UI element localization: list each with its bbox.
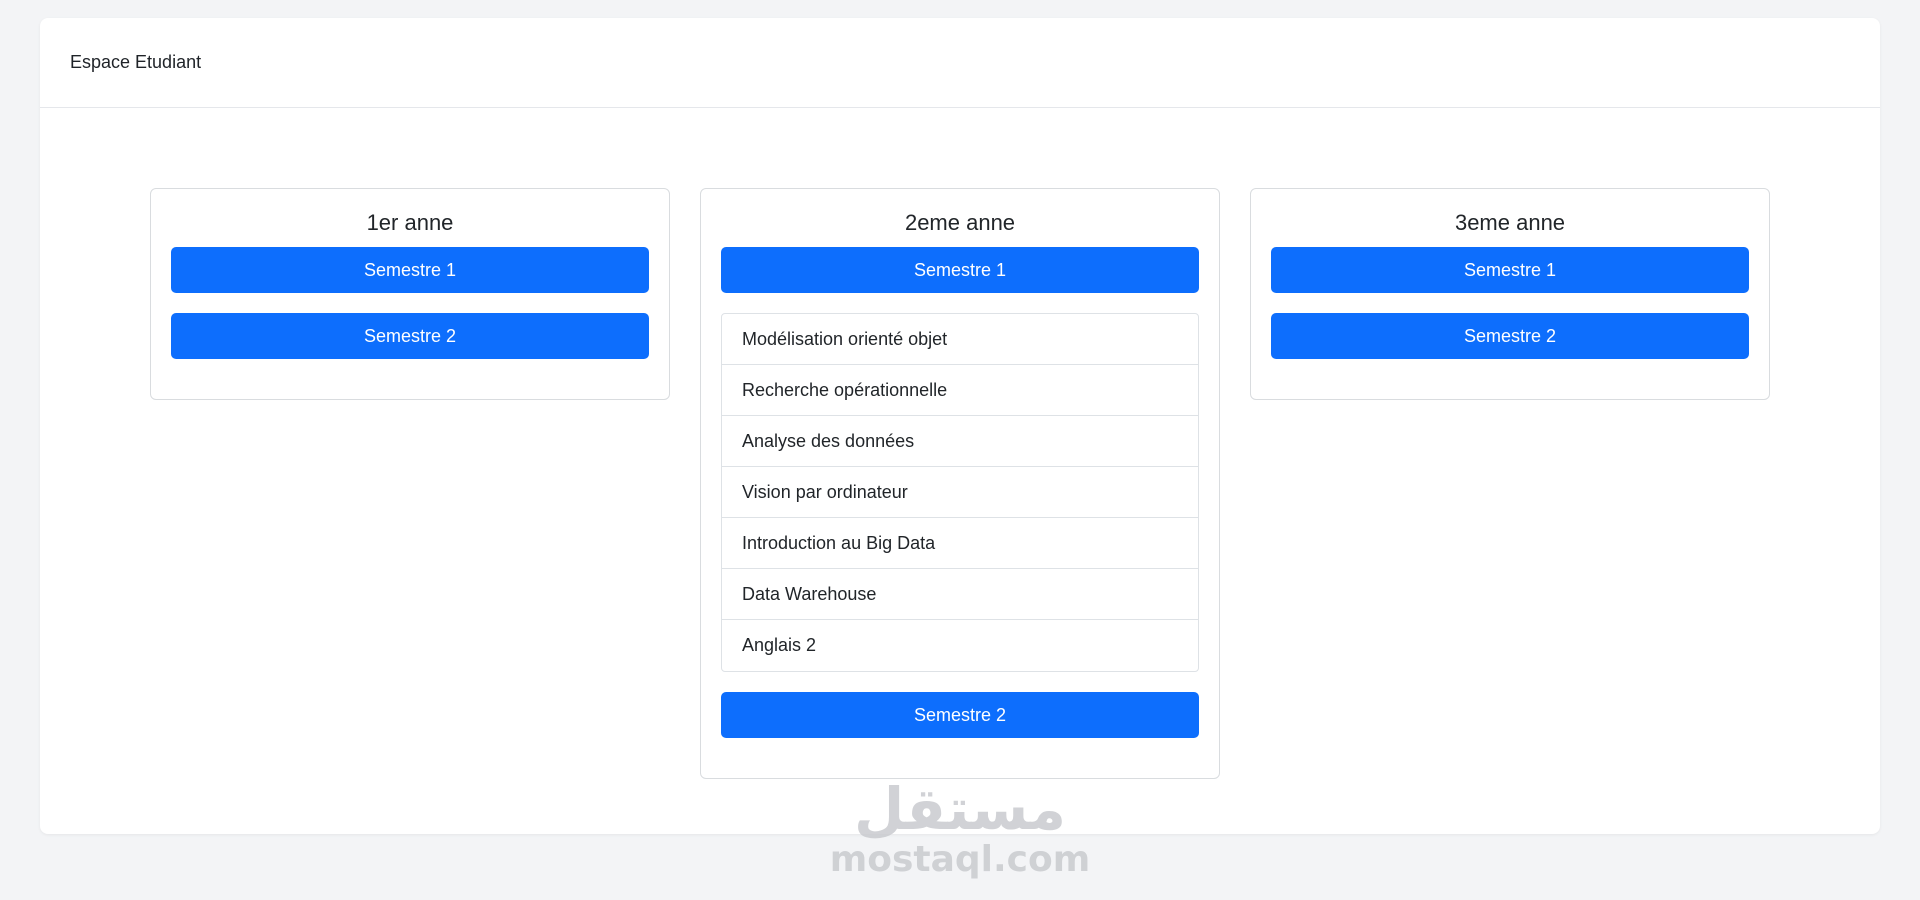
year-card-3: 3eme anne Semestre 1 Semestre 2 [1250,188,1770,400]
course-item[interactable]: Modélisation orienté objet [722,314,1198,365]
year2-semester2-button[interactable]: Semestre 2 [721,692,1199,738]
year-card-2: 2eme anne Semestre 1 Modélisation orient… [700,188,1220,779]
watermark-latin-text: mostaql.com [829,839,1091,880]
watermark-arabic-text: مستقل [853,775,1067,843]
year1-semester1-button[interactable]: Semestre 1 [171,247,649,293]
course-item[interactable]: Recherche opérationnelle [722,365,1198,416]
watermark-logo: مستقل mostaql.com [0,778,1920,880]
course-item[interactable]: Anglais 2 [722,620,1198,671]
year2-semester1-course-list: Modélisation orienté objet Recherche opé… [721,313,1199,672]
page-title: Espace Etudiant [70,52,202,72]
year-title-2: 2eme anne [904,210,1016,235]
card-header: Espace Etudiant [40,18,1880,108]
course-item[interactable]: Vision par ordinateur [722,467,1198,518]
year1-semester2-button[interactable]: Semestre 2 [171,313,649,359]
year3-semester1-button[interactable]: Semestre 1 [1271,247,1749,293]
course-item[interactable]: Data Warehouse [722,569,1198,620]
year-card-1: 1er anne Semestre 1 Semestre 2 [150,188,670,400]
year-title-3: 3eme anne [1454,210,1566,235]
year3-semester2-button[interactable]: Semestre 2 [1271,313,1749,359]
year-title-1: 1er anne [366,210,454,235]
years-container: 1er anne Semestre 1 Semestre 2 2eme anne… [150,188,1770,779]
course-item[interactable]: Introduction au Big Data [722,518,1198,569]
course-item[interactable]: Analyse des données [722,416,1198,467]
year2-semester1-button[interactable]: Semestre 1 [721,247,1199,293]
main-card: Espace Etudiant 1er anne Semestre 1 Seme… [40,18,1880,834]
